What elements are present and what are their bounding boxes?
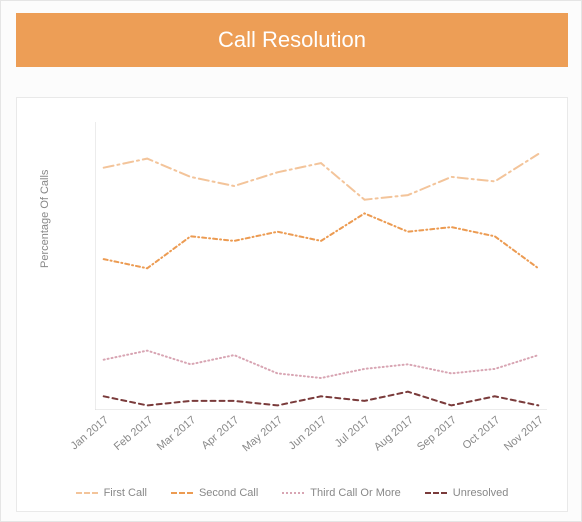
legend-item-third-call: Third Call Or More (282, 487, 400, 499)
chart-card: Call Resolution Percentage Of Calls 0 %1… (0, 0, 582, 522)
plot-area: 0 %10 %20 %30 %40 %50 %60 % (95, 122, 547, 410)
x-tick-label: Sep 2017 (415, 414, 459, 453)
x-tick-label: Aug 2017 (372, 414, 416, 453)
legend-item-first-call: First Call (76, 487, 147, 499)
legend-label: First Call (104, 487, 147, 499)
swatch-first-call (76, 492, 98, 494)
x-tick-label: Jun 2017 (286, 414, 328, 452)
series-line (104, 392, 539, 406)
legend-item-unresolved: Unresolved (425, 487, 509, 499)
series-line (104, 351, 539, 378)
chart-box: Percentage Of Calls 0 %10 %20 %30 %40 %5… (16, 97, 568, 512)
legend-label: Unresolved (453, 487, 509, 499)
legend-item-second-call: Second Call (171, 487, 258, 499)
swatch-unresolved (425, 492, 447, 494)
x-tick-label: Oct 2017 (461, 414, 503, 452)
x-tick-label: Jan 2017 (69, 414, 111, 452)
swatch-second-call (171, 492, 193, 494)
x-tick-label: Jul 2017 (333, 414, 373, 450)
legend-label: Second Call (199, 487, 258, 499)
series-line (104, 213, 539, 268)
series-line (104, 154, 539, 200)
legend: First Call Second Call Third Call Or Mor… (17, 487, 567, 499)
swatch-third-call (282, 492, 304, 494)
x-axis-labels: Jan 2017Feb 2017Mar 2017Apr 2017May 2017… (95, 414, 547, 474)
title-bar: Call Resolution (16, 13, 568, 67)
x-tick-label: May 2017 (241, 414, 286, 454)
x-tick-label: Mar 2017 (155, 414, 198, 453)
legend-label: Third Call Or More (310, 487, 400, 499)
chart-title: Call Resolution (218, 27, 366, 53)
x-tick-label: Apr 2017 (200, 414, 242, 452)
x-tick-label: Feb 2017 (112, 414, 155, 453)
y-axis-label: Percentage Of Calls (39, 170, 51, 268)
x-tick-label: Nov 2017 (502, 414, 546, 453)
